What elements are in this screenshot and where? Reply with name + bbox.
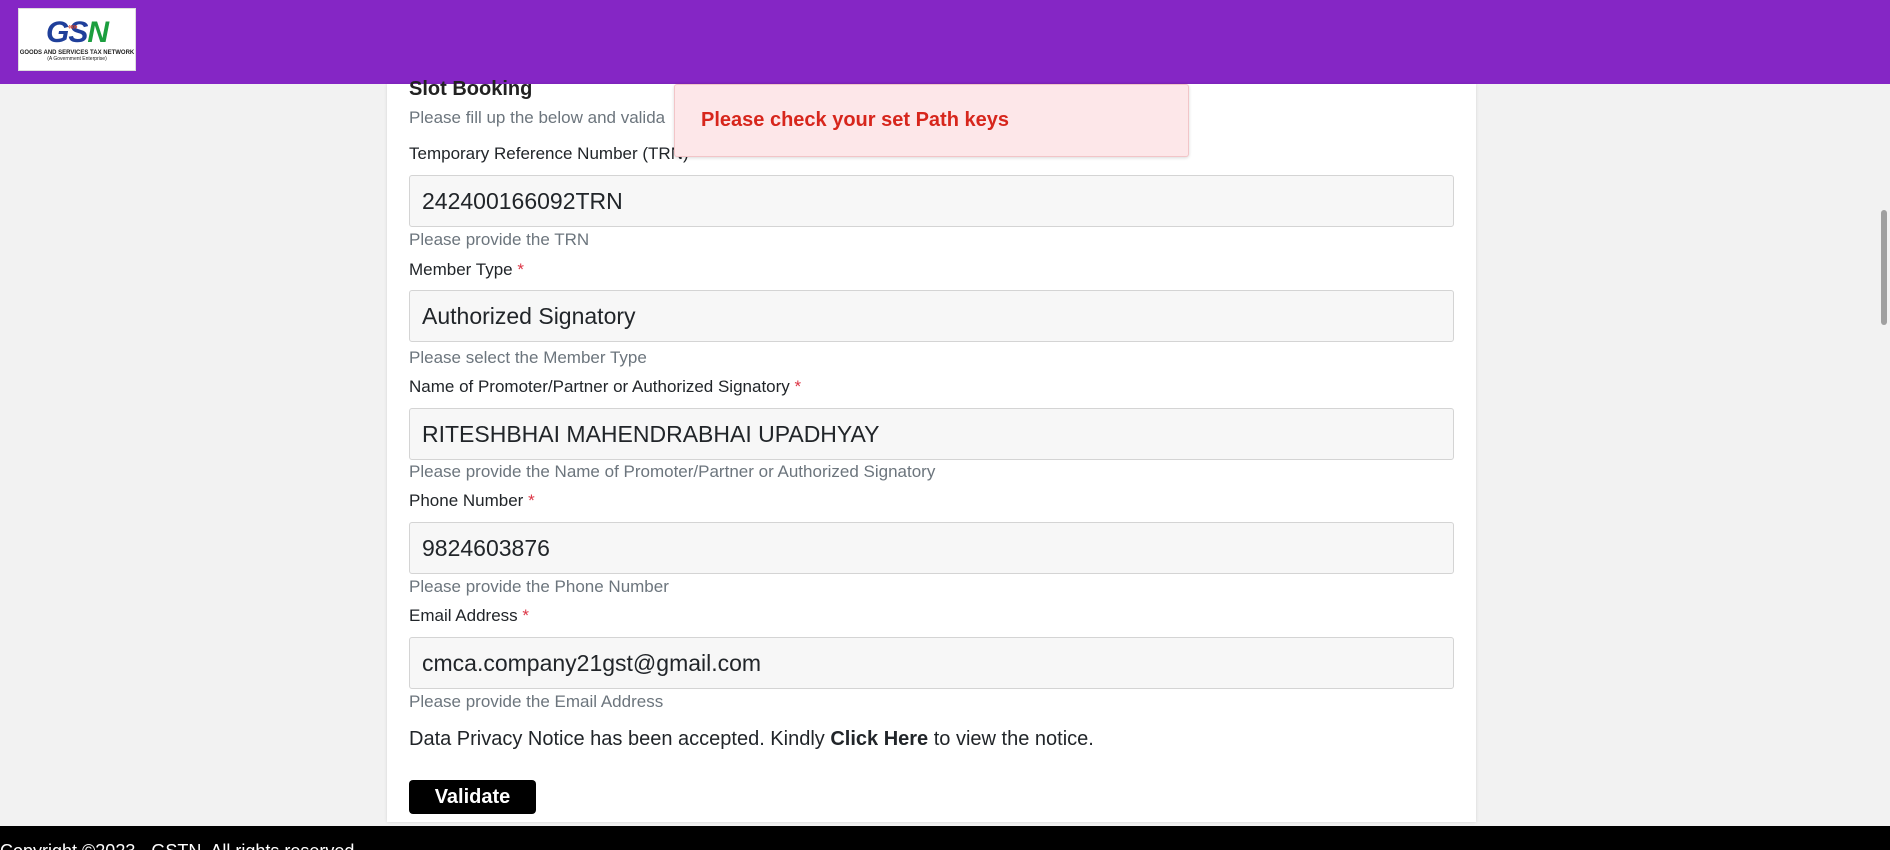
trn-input[interactable] [409, 175, 1454, 227]
name-input[interactable] [409, 408, 1454, 460]
page-subtitle: Please fill up the below and valida [409, 108, 666, 127]
member-type-label: Member Type * [409, 260, 524, 279]
scrollbar-track[interactable] [1874, 84, 1890, 826]
email-help: Please provide the Email Address [409, 692, 664, 711]
email-label: Email Address * [409, 606, 530, 625]
logo-arrows-icon: «‹» [67, 21, 78, 31]
scrollbar-thumb[interactable] [1881, 210, 1887, 325]
privacy-notice-link[interactable]: Click Here [830, 728, 928, 750]
name-label: Name of Promoter/Partner or Authorized S… [409, 377, 802, 396]
trn-label: Temporary Reference Number (TRN) [409, 144, 689, 163]
copyright-text: Copyright ©2023 - GSTN. All rights reser… [0, 841, 359, 850]
gstn-logo[interactable]: «‹» GSN GOODS AND SERVICES TAX NETWORK (… [18, 8, 136, 71]
validate-button[interactable]: Validate [409, 780, 536, 814]
privacy-notice: Data Privacy Notice has been accepted. K… [409, 728, 1094, 750]
logo-subtagline: (A Government Enterprise) [47, 55, 107, 62]
phone-help: Please provide the Phone Number [409, 577, 669, 596]
error-toast: Please check your set Path keys [674, 84, 1189, 157]
trn-help: Please provide the TRN [409, 230, 590, 249]
top-header-bar: «‹» GSN GOODS AND SERVICES TAX NETWORK (… [0, 0, 1890, 84]
footer: Copyright ©2023 - GSTN. All rights reser… [0, 826, 1890, 850]
member-type-help: Please select the Member Type [409, 348, 647, 367]
name-help: Please provide the Name of Promoter/Part… [409, 462, 936, 481]
page-title: Slot Booking [409, 78, 533, 100]
member-type-select[interactable]: Authorized Signatory [409, 290, 1454, 342]
phone-label: Phone Number * [409, 491, 535, 510]
slot-booking-card: Slot Booking Please fill up the below an… [387, 78, 1476, 822]
toast-message: Please check your set Path keys [701, 109, 1009, 131]
gstn-logo-mark: «‹» GSN [46, 17, 109, 48]
phone-input[interactable] [409, 522, 1454, 574]
email-input[interactable] [409, 637, 1454, 689]
